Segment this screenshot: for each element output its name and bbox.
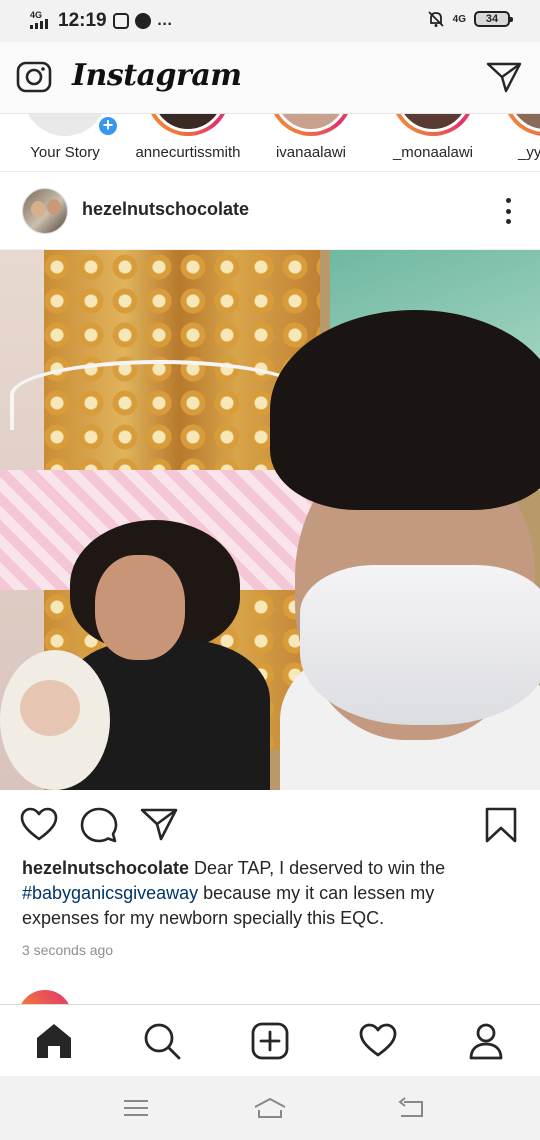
direct-message-icon[interactable] <box>486 60 522 94</box>
search-icon[interactable] <box>142 1021 182 1061</box>
post-header: hezelnutschocolate <box>0 172 540 250</box>
story-annecurtissmith[interactable]: annecurtissmith <box>133 114 243 171</box>
status-bar: 4G 12:19 … 4G 34 <box>0 0 540 42</box>
app-header: Instagram <box>0 42 540 114</box>
activity-heart-icon[interactable] <box>358 1021 398 1061</box>
story-name: ivanaalawi <box>275 144 347 161</box>
signal-icon: 4G <box>30 10 52 32</box>
more-notifications-icon: … <box>156 12 174 29</box>
battery-icon: 34 <box>474 11 513 27</box>
messenger-notification-icon <box>134 13 151 29</box>
caption-text: Dear TAP, I deserved to win the <box>189 858 446 878</box>
add-post-icon[interactable] <box>250 1021 290 1061</box>
story-yy[interactable]: _yy <box>490 114 540 171</box>
post-actions <box>0 790 540 860</box>
home-icon[interactable] <box>34 1021 74 1061</box>
system-home-icon[interactable] <box>252 1096 288 1120</box>
back-icon[interactable] <box>396 1096 426 1120</box>
like-heart-icon[interactable] <box>20 806 58 844</box>
bottom-navigation <box>0 1004 540 1076</box>
muted-bell-icon <box>427 10 445 28</box>
post-caption: hezelnutschocolate Dear TAP, I deserved … <box>22 856 512 931</box>
stories-tray: + Your Story annecurtissmith ivanaalawi … <box>0 114 540 172</box>
camera-icon[interactable] <box>16 60 52 94</box>
story-avatar <box>391 114 475 136</box>
post-author-avatar[interactable] <box>22 188 68 234</box>
story-avatar <box>146 114 230 136</box>
story-ivanaalawi[interactable]: ivanaalawi <box>256 114 366 171</box>
story-monaalawi[interactable]: _monaalawi <box>378 114 488 171</box>
profile-icon[interactable] <box>466 1021 506 1061</box>
story-avatar <box>269 114 353 136</box>
comment-icon[interactable] <box>80 806 118 844</box>
post-author-username[interactable]: hezelnutschocolate <box>82 199 249 220</box>
story-your-story[interactable]: + Your Story <box>10 114 120 171</box>
post-timestamp: 3 seconds ago <box>22 942 114 958</box>
clock: 12:19 <box>58 10 107 31</box>
story-avatar <box>503 114 540 136</box>
network-type-right: 4G <box>452 13 466 25</box>
story-name: Your Story <box>30 144 100 161</box>
recent-apps-icon[interactable] <box>121 1096 151 1120</box>
instagram-logo: Instagram <box>72 58 242 93</box>
story-name: annecurtissmith <box>135 144 241 161</box>
bookmark-icon[interactable] <box>482 806 520 844</box>
gallery-notification-icon <box>112 13 129 29</box>
story-name: _yy <box>518 144 540 161</box>
story-avatar <box>23 114 107 136</box>
caption-hashtag[interactable]: #babyganicsgiveaway <box>22 883 198 903</box>
system-navigation-bar <box>0 1076 540 1140</box>
caption-username[interactable]: hezelnutschocolate <box>22 858 189 878</box>
post-photo[interactable] <box>0 250 540 790</box>
battery-level: 34 <box>485 13 499 25</box>
share-icon[interactable] <box>140 806 178 844</box>
story-name: _monaalawi <box>392 144 474 161</box>
add-story-icon[interactable]: + <box>96 114 120 138</box>
more-options-icon[interactable] <box>504 198 512 224</box>
